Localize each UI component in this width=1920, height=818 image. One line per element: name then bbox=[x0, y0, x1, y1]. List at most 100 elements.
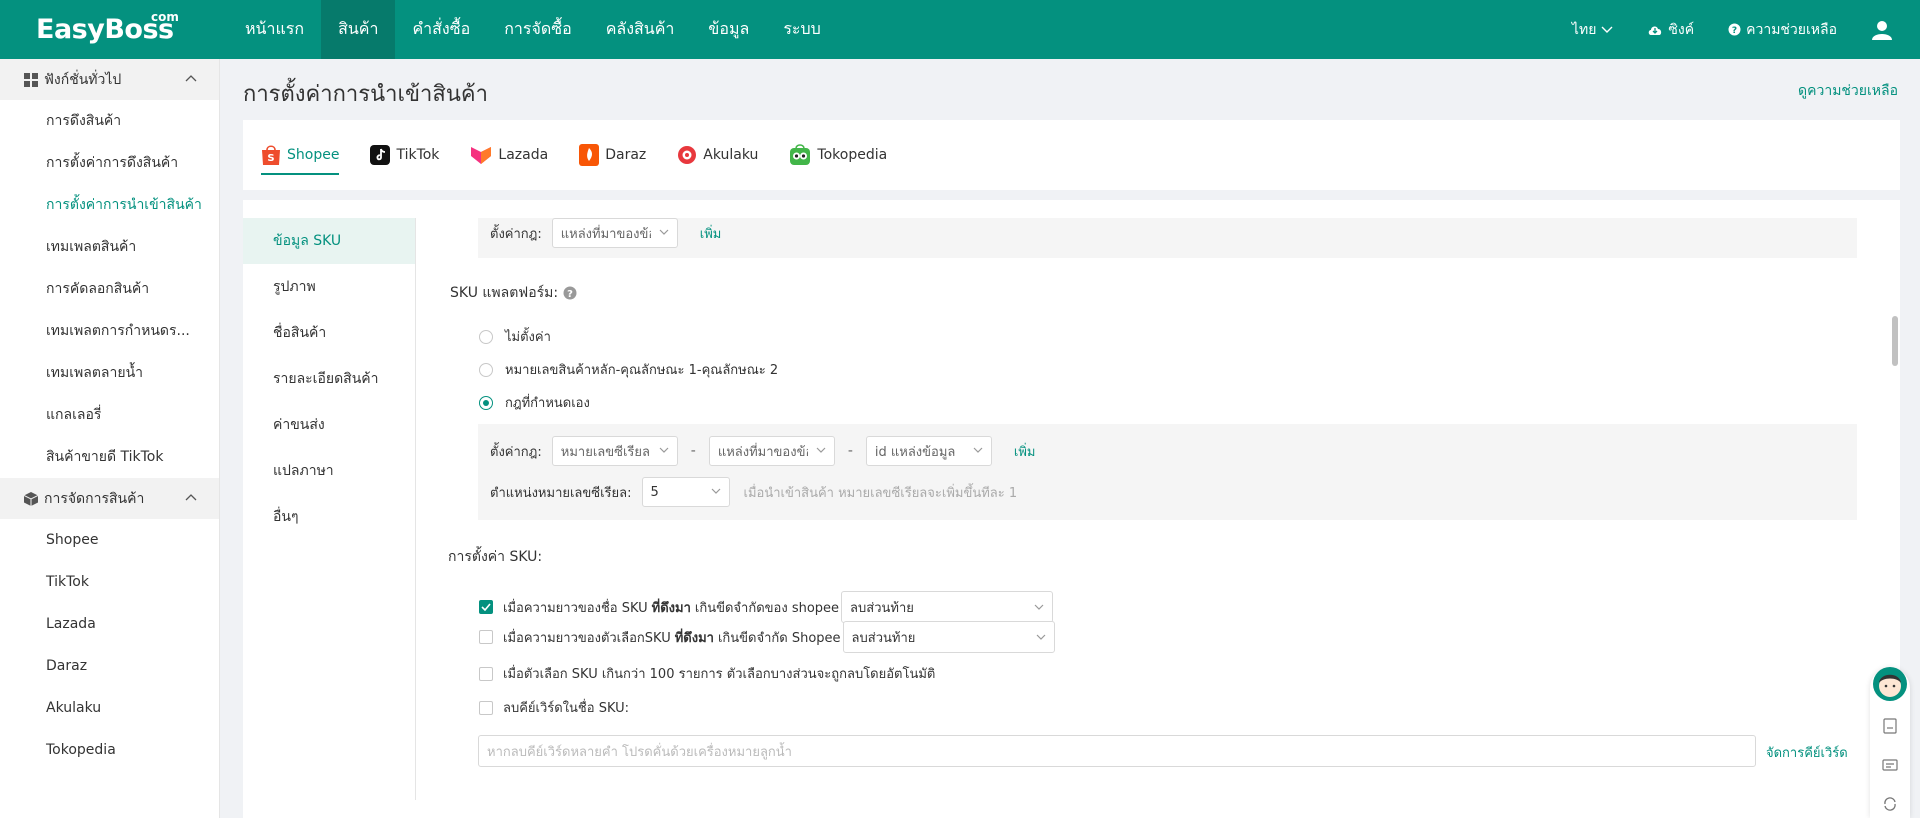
help-button[interactable]: ? ความช่วยเหลือ bbox=[1728, 19, 1837, 41]
check-icon bbox=[481, 603, 491, 611]
chevron-down-icon bbox=[1034, 604, 1044, 610]
settings-sub-nav: ข้อมูล SKU รูปภาพ ชื่อสินค้า รายละเอียดส… bbox=[243, 218, 416, 800]
add-rule-link[interactable]: เพิ่ม bbox=[700, 223, 722, 244]
checkbox[interactable] bbox=[479, 600, 493, 614]
question-circle-icon[interactable]: ? bbox=[563, 286, 577, 300]
radio-button[interactable] bbox=[479, 395, 493, 410]
language-selector[interactable]: ไทย bbox=[1572, 19, 1613, 41]
manage-keywords-link[interactable]: จัดการคีย์เวิร์ด bbox=[1766, 742, 1848, 763]
sidebar-item-shopee[interactable]: Shopee bbox=[0, 519, 219, 561]
tab-shopee[interactable]: S Shopee bbox=[261, 129, 340, 181]
sidebar-item-pull-products[interactable]: การดึงสินค้า bbox=[0, 100, 219, 142]
subnav-translation[interactable]: แปลภาษา bbox=[243, 448, 415, 494]
assistant-avatar-icon[interactable] bbox=[1872, 666, 1908, 702]
nav-orders[interactable]: คำสั่งซื้อ bbox=[395, 0, 487, 59]
tab-tokopedia[interactable]: Tokopedia bbox=[789, 129, 887, 181]
sidebar-item-pricing-templates[interactable]: เทมเพลตการกำหนดร... bbox=[0, 310, 219, 352]
sidebar-item-copy-products[interactable]: การคัดลอกสินค้า bbox=[0, 268, 219, 310]
radio-main-sku-attributes[interactable]: หมายเลขสินค้าหลัก-คุณลักษณะ 1-คุณลักษณะ … bbox=[479, 359, 778, 380]
check-label: เมื่อความยาวของชื่อ SKU bbox=[503, 600, 648, 616]
sidebar-item-tiktok[interactable]: TikTok bbox=[0, 561, 219, 603]
user-avatar[interactable] bbox=[1871, 19, 1898, 41]
sidebar-group-general[interactable]: ฟังก์ชั่นทั่วไป bbox=[0, 59, 219, 100]
svg-text:S: S bbox=[267, 153, 274, 164]
subnav-images[interactable]: รูปภาพ bbox=[243, 264, 415, 310]
sidebar-group-label: การจัดการสินค้า bbox=[44, 490, 145, 507]
message-icon[interactable] bbox=[1882, 758, 1898, 774]
sync-button[interactable]: ซิงค์ bbox=[1647, 19, 1694, 41]
rule-select-source-id[interactable]: id แหล่งข้อมูล bbox=[865, 436, 992, 466]
subnav-shipping[interactable]: ค่าขนส่ง bbox=[243, 402, 415, 448]
radio-label: หมายเลขสินค้าหลัก-คุณลักษณะ 1-คุณลักษณะ … bbox=[505, 363, 779, 378]
sidebar-item-akulaku[interactable]: Akulaku bbox=[0, 687, 219, 729]
check-trim-sku-option[interactable]: เมื่อความยาวของตัวเลือกSKU ที่ดึงมา เกิน… bbox=[479, 621, 1055, 653]
scrollbar-thumb[interactable] bbox=[1892, 316, 1898, 366]
nav-data[interactable]: ข้อมูล bbox=[691, 0, 766, 59]
floating-helper-bar bbox=[1870, 666, 1910, 818]
tab-tiktok[interactable]: TikTok bbox=[370, 129, 439, 181]
tab-akulaku[interactable]: Akulaku bbox=[677, 129, 758, 181]
subnav-product-details[interactable]: รายละเอียดสินค้า bbox=[243, 356, 415, 402]
nav-home[interactable]: หน้าแรก bbox=[228, 0, 321, 59]
check-remove-keywords[interactable]: ลบคีย์เวิร์ดในชื่อ SKU: bbox=[479, 697, 629, 718]
nav-products[interactable]: สินค้า bbox=[321, 0, 396, 59]
rule-label: ตั้งค่ากฎ: bbox=[490, 444, 542, 460]
sidebar-item-daraz[interactable]: Daraz bbox=[0, 645, 219, 687]
check-label-bold: ที่ดึงมา bbox=[651, 600, 691, 616]
tab-daraz[interactable]: Daraz bbox=[579, 129, 646, 181]
rule-builder-row: ตั้งค่ากฎ: หมายเลขซีเรียล - แหล่งที่มาขอ… bbox=[490, 436, 1035, 466]
chevron-down-icon bbox=[1601, 26, 1613, 33]
subnav-other[interactable]: อื่นๆ bbox=[243, 494, 415, 540]
select-value: แหล่งที่มาของข้อมูล bbox=[560, 226, 651, 242]
tab-label: Lazada bbox=[498, 147, 549, 163]
chevron-down-icon bbox=[711, 488, 720, 494]
logo[interactable]: EasyBoss com bbox=[0, 0, 218, 59]
custom-rule-box: ตั้งค่ากฎ: หมายเลขซีเรียล - แหล่งที่มาขอ… bbox=[478, 424, 1857, 520]
trim-mode-select[interactable]: ลบส่วนท้าย bbox=[841, 591, 1054, 623]
checkbox[interactable] bbox=[479, 700, 493, 715]
box-icon bbox=[24, 491, 38, 506]
section-label: SKU แพลตฟอร์ม: bbox=[450, 285, 559, 301]
sidebar-item-import-settings[interactable]: การตั้งค่าการนำเข้าสินค้า bbox=[0, 184, 219, 226]
tokopedia-icon bbox=[790, 144, 811, 165]
serial-position-select[interactable]: 5 bbox=[641, 477, 730, 507]
nav-purchasing[interactable]: การจัดซื้อ bbox=[487, 0, 589, 59]
keyword-input[interactable]: หากลบคีย์เวิร์ดหลายคำ โปรดคั่นด้วยเครื่อ… bbox=[478, 735, 1756, 767]
subnav-sku-info[interactable]: ข้อมูล SKU bbox=[243, 218, 415, 264]
rule-select-source[interactable]: แหล่งที่มาของข้อมูล bbox=[708, 436, 835, 466]
sidebar-item-pull-settings[interactable]: การตั้งค่าการดึงสินค้า bbox=[0, 142, 219, 184]
view-help-link[interactable]: ดูความช่วยเหลือ bbox=[1798, 80, 1898, 102]
rule-source-select[interactable]: แหล่งที่มาของข้อมูล bbox=[551, 218, 678, 248]
tab-lazada[interactable]: Lazada bbox=[470, 129, 548, 181]
svg-text:?: ? bbox=[567, 289, 573, 300]
tab-label: Akulaku bbox=[703, 147, 759, 163]
sidebar-item-gallery[interactable]: แกลเลอรี่ bbox=[0, 394, 219, 436]
tab-label: TikTok bbox=[396, 147, 440, 163]
radio-custom-rule[interactable]: กฎที่กำหนดเอง bbox=[479, 392, 590, 413]
nav-warehouse[interactable]: คลังสินค้า bbox=[589, 0, 692, 59]
sidebar-item-watermark-templates[interactable]: เทมเพลตลายน้ำ bbox=[0, 352, 219, 394]
document-icon[interactable] bbox=[1882, 718, 1898, 734]
trim-option-mode-select[interactable]: ลบส่วนท้าย bbox=[842, 621, 1055, 653]
subnav-product-name[interactable]: ชื่อสินค้า bbox=[243, 310, 415, 356]
radio-no-setting[interactable]: ไม่ตั้งค่า bbox=[479, 326, 551, 347]
radio-button[interactable] bbox=[479, 329, 493, 344]
sidebar-item-product-templates[interactable]: เทมเพลตสินค้า bbox=[0, 226, 219, 268]
chevron-down-icon bbox=[659, 447, 669, 453]
nav-system[interactable]: ระบบ bbox=[766, 0, 838, 59]
sync-label: ซิงค์ bbox=[1668, 21, 1695, 38]
sidebar-group-product-management[interactable]: การจัดการสินค้า bbox=[0, 478, 219, 519]
add-rule-link[interactable]: เพิ่ม bbox=[1014, 441, 1036, 462]
checkbox[interactable] bbox=[479, 630, 493, 644]
check-trim-sku-name[interactable]: เมื่อความยาวของชื่อ SKU ที่ดึงมา เกินขีด… bbox=[479, 591, 1054, 623]
sidebar-group-label: ฟังก์ชั่นทั่วไป bbox=[44, 71, 122, 88]
refresh-icon[interactable] bbox=[1882, 796, 1898, 812]
rule-select-serial[interactable]: หมายเลขซีเรียล bbox=[551, 436, 678, 466]
chevron-down-icon bbox=[1036, 634, 1045, 640]
sidebar-item-lazada[interactable]: Lazada bbox=[0, 603, 219, 645]
checkbox[interactable] bbox=[479, 666, 493, 681]
sidebar-item-tiktok-bestsellers[interactable]: สินค้าขายดี TikTok bbox=[0, 436, 219, 478]
sidebar-item-tokopedia[interactable]: Tokopedia bbox=[0, 729, 219, 771]
radio-button[interactable] bbox=[479, 362, 493, 377]
check-auto-delete-options[interactable]: เมื่อตัวเลือก SKU เกินกว่า 100 รายการ ตั… bbox=[479, 663, 935, 684]
